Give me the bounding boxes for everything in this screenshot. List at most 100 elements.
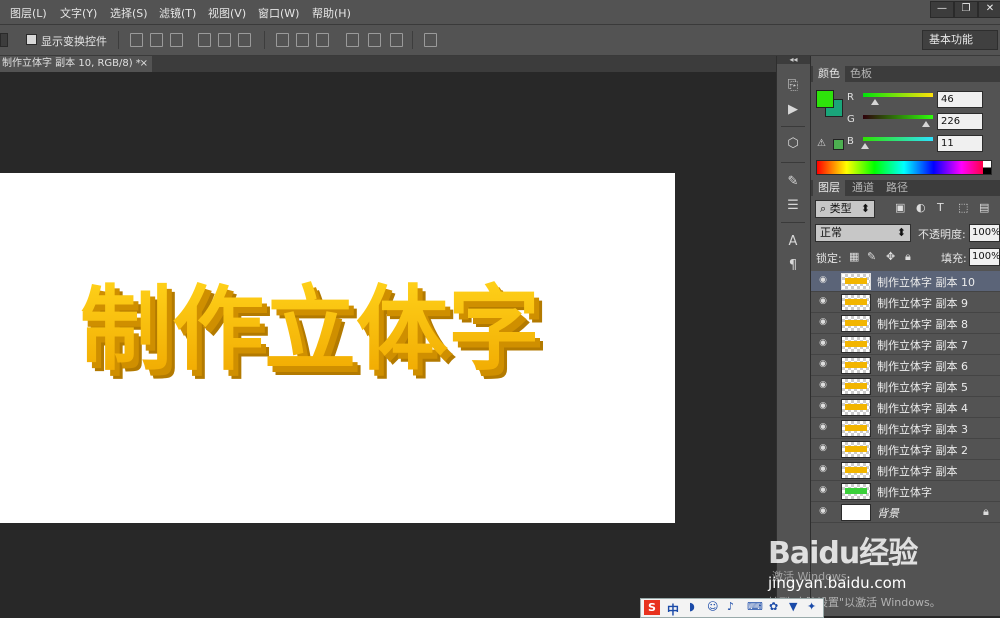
distribute-vcenter-icon[interactable]	[296, 33, 309, 47]
layer-row[interactable]: ◉ 背景 🔒︎	[811, 502, 1000, 523]
layer-filter-kind[interactable]: ⌕ 类型 ⬍	[815, 200, 875, 218]
visibility-eye-icon[interactable]: ◉	[817, 402, 829, 411]
align-top-icon[interactable]	[130, 33, 143, 47]
menu-filter[interactable]: 滤镜(T)	[159, 5, 196, 21]
menu-type[interactable]: 文字(Y)	[60, 5, 97, 21]
tab-swatches[interactable]: 色板	[845, 66, 877, 82]
layer-row[interactable]: ◉ 制作立体字	[811, 481, 1000, 502]
history-icon[interactable]: ⎘	[785, 78, 801, 94]
menu-layer[interactable]: 图层(L)	[10, 5, 47, 21]
distribute-bottom-icon[interactable]	[316, 33, 329, 47]
foreground-color-swatch[interactable]	[816, 90, 834, 108]
g-slider[interactable]	[863, 115, 933, 119]
layer-row[interactable]: ◉ 制作立体字 副本 5	[811, 376, 1000, 397]
minimize-button[interactable]: —	[930, 1, 954, 18]
web-safe-swatch[interactable]	[833, 139, 844, 150]
adjustment-filter-icon[interactable]: ◐	[916, 201, 926, 214]
document-canvas[interactable]: 制作立体字 制作立体字 制作立体字	[0, 173, 675, 523]
visibility-eye-icon[interactable]: ◉	[817, 423, 829, 432]
visibility-eye-icon[interactable]: ◉	[817, 339, 829, 348]
visibility-eye-icon[interactable]: ◉	[817, 444, 829, 453]
document-tab[interactable]: 制作立体字 副本 10, RGB/8) * ×	[0, 56, 152, 72]
menu-window[interactable]: 窗口(W)	[258, 5, 299, 21]
distribute-hcenter-icon[interactable]	[368, 33, 381, 47]
emoji-icon[interactable]: ☺	[707, 600, 718, 613]
visibility-eye-icon[interactable]: ◉	[817, 318, 829, 327]
align-right-icon[interactable]	[238, 33, 251, 47]
color-ramp[interactable]	[816, 160, 992, 175]
b-slider-thumb[interactable]	[861, 143, 869, 149]
paragraph-icon[interactable]: ¶	[785, 258, 801, 274]
align-vcenter-icon[interactable]	[150, 33, 163, 47]
lock-transparent-icon[interactable]: ▦	[849, 250, 859, 263]
b-value-input[interactable]: 11	[937, 135, 983, 152]
visibility-eye-icon[interactable]: ◉	[817, 486, 829, 495]
align-hcenter-icon[interactable]	[218, 33, 231, 47]
distribute-left-icon[interactable]	[346, 33, 359, 47]
r-slider[interactable]	[863, 93, 933, 97]
collapse-icon[interactable]: ◂◂	[777, 56, 810, 64]
b-slider[interactable]	[863, 137, 933, 141]
layer-row[interactable]: ◉ 制作立体字 副本 10	[811, 271, 1000, 292]
g-value-input[interactable]: 226	[937, 113, 983, 130]
visibility-eye-icon[interactable]: ◉	[817, 276, 829, 285]
smart-object-filter-icon[interactable]: ▤	[979, 201, 989, 214]
lock-position-icon[interactable]: ✥	[886, 250, 895, 263]
r-value-input[interactable]: 46	[937, 91, 983, 108]
shape-filter-icon[interactable]: ⬚	[958, 201, 968, 214]
wrench-icon[interactable]: ✦	[807, 600, 816, 613]
g-slider-thumb[interactable]	[922, 121, 930, 127]
layer-row[interactable]: ◉ 制作立体字 副本 6	[811, 355, 1000, 376]
visibility-eye-icon[interactable]: ◉	[817, 507, 829, 516]
show-transform-checkbox[interactable]	[26, 34, 37, 45]
fill-input[interactable]: 100%	[969, 248, 1000, 266]
toolbox-icon[interactable]: ▼	[789, 600, 797, 613]
align-bottom-icon[interactable]	[170, 33, 183, 47]
workspace-switcher[interactable]: 基本功能	[922, 30, 998, 50]
layer-row[interactable]: ◉ 制作立体字 副本 3	[811, 418, 1000, 439]
align-left-icon[interactable]	[198, 33, 211, 47]
distribute-right-icon[interactable]	[390, 33, 403, 47]
pixel-filter-icon[interactable]: ▣	[895, 201, 905, 214]
type-filter-icon[interactable]: T	[937, 201, 944, 214]
close-button[interactable]: ✕	[978, 1, 1000, 18]
visibility-eye-icon[interactable]: ◉	[817, 465, 829, 474]
r-slider-thumb[interactable]	[871, 99, 879, 105]
auto-align-icon[interactable]	[424, 33, 437, 47]
character-icon[interactable]: A	[785, 234, 801, 250]
menu-help[interactable]: 帮助(H)	[312, 5, 351, 21]
menu-view[interactable]: 视图(V)	[208, 5, 246, 21]
layer-row[interactable]: ◉ 制作立体字 副本 2	[811, 439, 1000, 460]
tab-close-icon[interactable]: ×	[138, 56, 148, 72]
ime-logo[interactable]: S	[644, 600, 660, 615]
blend-mode-select[interactable]: 正常 ⬍	[815, 224, 911, 242]
3d-icon[interactable]: ⬡	[785, 136, 801, 152]
visibility-eye-icon[interactable]: ◉	[817, 297, 829, 306]
visibility-eye-icon[interactable]: ◉	[817, 381, 829, 390]
restore-button[interactable]: ❐	[954, 1, 978, 18]
lock-all-icon[interactable]: 🔒︎	[905, 250, 911, 264]
layer-row[interactable]: ◉ 制作立体字 副本 7	[811, 334, 1000, 355]
layer-row[interactable]: ◉ 制作立体字 副本	[811, 460, 1000, 481]
keyboard-icon[interactable]: ⌨	[747, 600, 763, 613]
ime-mode[interactable]: 中	[667, 601, 679, 618]
visibility-eye-icon[interactable]: ◉	[817, 360, 829, 369]
brush-presets-icon[interactable]: ✎	[785, 174, 801, 190]
skin-icon[interactable]: ✿	[769, 600, 778, 613]
play-actions-icon[interactable]: ▶	[785, 102, 801, 118]
microphone-icon[interactable]: ♪	[727, 600, 734, 613]
opacity-input[interactable]: 100%	[969, 224, 1000, 242]
layer-row[interactable]: ◉ 制作立体字 副本 8	[811, 313, 1000, 334]
tab-paths[interactable]: 路径	[881, 180, 913, 196]
tab-color[interactable]: 颜色	[813, 66, 845, 82]
tab-channels[interactable]: 通道	[847, 180, 879, 196]
layer-row[interactable]: ◉ 制作立体字 副本 9	[811, 292, 1000, 313]
distribute-top-icon[interactable]	[276, 33, 289, 47]
tab-layers[interactable]: 图层	[813, 180, 845, 196]
tool-preset-picker[interactable]	[0, 33, 8, 47]
punctuation-icon[interactable]: ◗	[689, 600, 695, 613]
menu-select[interactable]: 选择(S)	[110, 5, 148, 21]
layer-row[interactable]: ◉ 制作立体字 副本 4	[811, 397, 1000, 418]
adjustments-icon[interactable]: ☰	[785, 198, 801, 214]
lock-image-icon[interactable]: ✎	[867, 250, 876, 263]
